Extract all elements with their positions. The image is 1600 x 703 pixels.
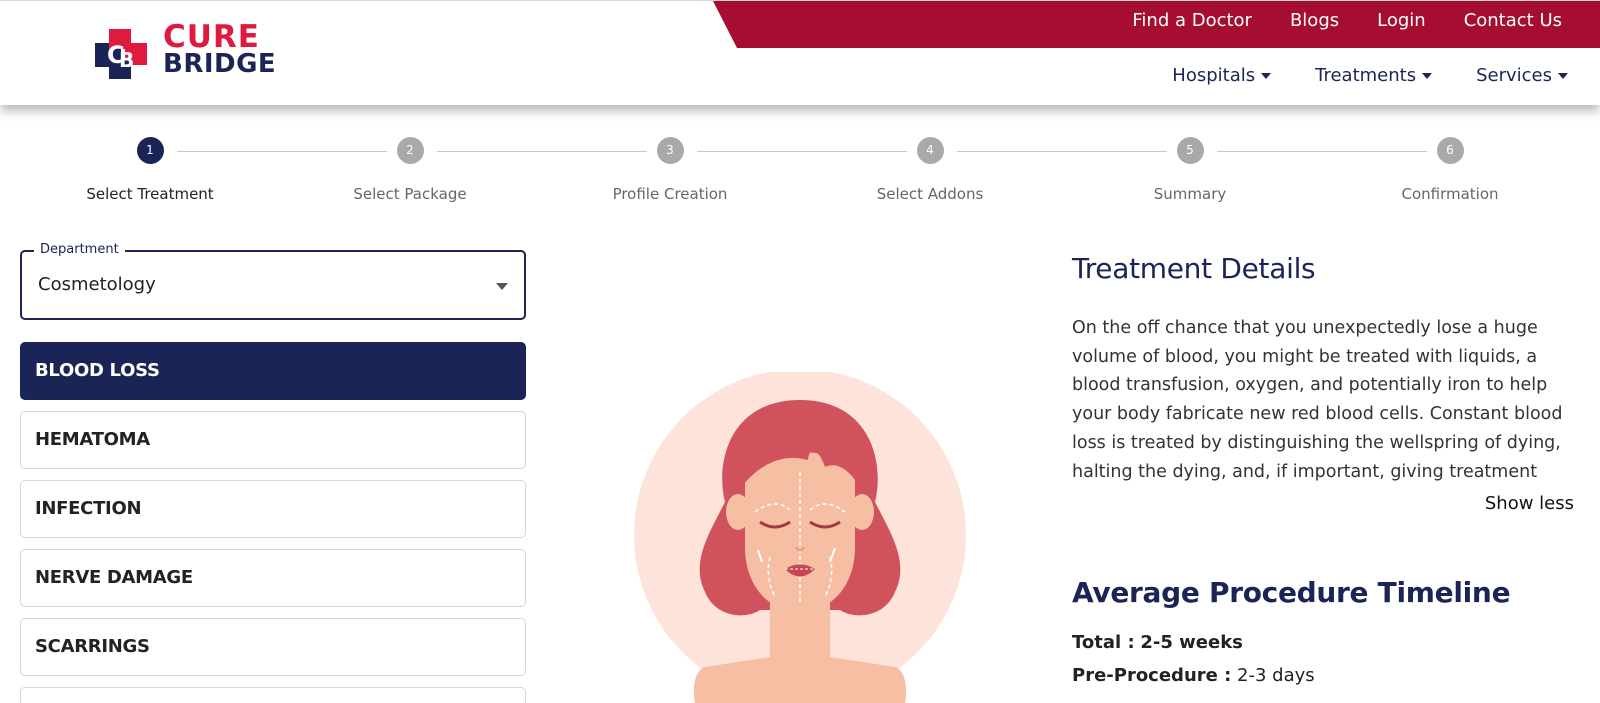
chevron-down-icon (1422, 73, 1433, 79)
chevron-down-icon (496, 283, 508, 290)
treatment-option-infection[interactable]: INFECTION (20, 480, 526, 538)
department-value: Cosmetology (38, 274, 156, 295)
chevron-down-icon (1558, 73, 1568, 79)
step-select-treatment[interactable]: 1 Select Treatment (50, 137, 250, 203)
step-confirmation[interactable]: 6 Confirmation (1350, 137, 1550, 203)
blogs-link[interactable]: Blogs (1290, 10, 1339, 31)
contact-us-link[interactable]: Contact Us (1464, 10, 1562, 31)
cure-bridge-logo[interactable]: C B CURE BRIDGE (95, 19, 285, 84)
treatment-option-nerve-damage[interactable]: NERVE DAMAGE (20, 549, 526, 607)
step-number: 1 (136, 137, 164, 164)
step-number: 6 (1436, 137, 1464, 164)
step-label: Confirmation (1401, 185, 1499, 203)
treatment-option-scarrings[interactable]: SCARRINGS (20, 618, 526, 676)
timeline-total-row: Total : 2-5 weeks (1072, 632, 1243, 653)
treatment-description: On the off chance that you unexpectedly … (1072, 318, 1563, 482)
procedure-timeline-title: Average Procedure Timeline (1072, 576, 1511, 609)
logo-wordmark: CURE BRIDGE (163, 19, 277, 79)
treatment-details-panel: Treatment Details On the off chance that… (1072, 252, 1577, 486)
timeline-pre-procedure-row: Pre-Procedure : 2-3 days (1072, 665, 1315, 686)
show-less-link[interactable]: Show less (1420, 493, 1574, 514)
step-number: 4 (916, 137, 944, 164)
svg-text:B: B (119, 48, 134, 72)
find-a-doctor-link[interactable]: Find a Doctor (1132, 10, 1252, 31)
chevron-down-icon (1261, 73, 1272, 79)
treatment-option-next[interactable] (20, 687, 526, 703)
main-nav: Hospitals Treatments Services (1172, 65, 1568, 86)
department-select[interactable]: Department Cosmetology (20, 242, 526, 320)
step-label: Profile Creation (612, 185, 728, 203)
treatments-dropdown[interactable]: Treatments (1315, 65, 1433, 86)
services-label: Services (1476, 65, 1552, 86)
step-label: Select Package (353, 185, 467, 203)
header-divider (0, 0, 1600, 1)
treatment-details-title: Treatment Details (1072, 252, 1316, 285)
timeline-pre-label: Pre-Procedure : (1072, 665, 1232, 686)
treatments-label: Treatments (1315, 65, 1417, 86)
step-number: 3 (656, 137, 684, 164)
logo-line-bridge: BRIDGE (163, 49, 277, 79)
treatment-option-blood-loss[interactable]: BLOOD LOSS (20, 342, 526, 400)
step-select-package[interactable]: 2 Select Package (310, 137, 510, 203)
step-label: Select Treatment (86, 185, 214, 203)
timeline-total-label: Total : (1072, 632, 1135, 653)
hospitals-label: Hospitals (1172, 65, 1256, 86)
step-label: Select Addons (876, 185, 984, 203)
site-header: C B CURE BRIDGE Find a Doctor Blogs Logi… (0, 0, 1600, 105)
timeline-total-value: 2-5 weeks (1140, 632, 1243, 653)
logo-line-cure: CURE (163, 19, 260, 55)
cosmetology-face-illustration (634, 372, 966, 703)
treatment-option-hematoma[interactable]: HEMATOMA (20, 411, 526, 469)
logo-mark-icon: C B (95, 29, 147, 79)
treatment-list: BLOOD LOSS HEMATOMA INFECTION NERVE DAMA… (20, 342, 526, 703)
hospitals-dropdown[interactable]: Hospitals (1172, 65, 1272, 86)
step-label: Summary (1153, 185, 1227, 203)
step-number: 5 (1176, 137, 1204, 164)
services-dropdown[interactable]: Services (1476, 65, 1568, 86)
step-number: 2 (396, 137, 424, 164)
step-profile-creation[interactable]: 3 Profile Creation (570, 137, 770, 203)
step-summary[interactable]: 5 Summary (1090, 137, 1290, 203)
utility-nav: Find a Doctor Blogs Login Contact Us (1132, 10, 1562, 31)
timeline-pre-value: 2-3 days (1237, 665, 1315, 686)
login-link[interactable]: Login (1377, 10, 1426, 31)
department-label: Department (34, 242, 125, 257)
step-select-addons[interactable]: 4 Select Addons (830, 137, 1030, 203)
